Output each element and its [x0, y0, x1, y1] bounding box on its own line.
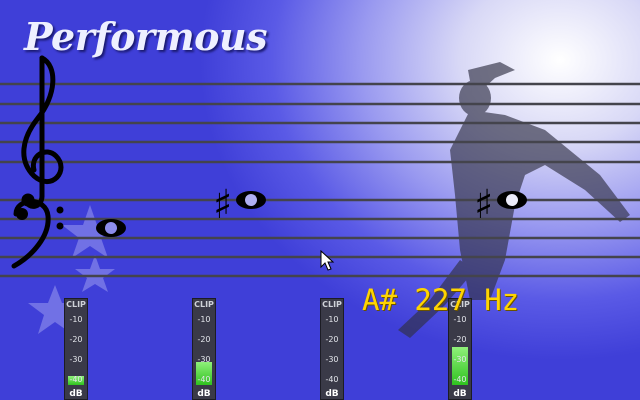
- meter-tick: -10: [325, 315, 339, 324]
- meter-tick: -10: [197, 315, 211, 324]
- clip-indicator: CLIP: [66, 300, 86, 309]
- pitch-readout: A# 227 Hz: [362, 283, 520, 317]
- meter-tick: -10: [69, 315, 83, 324]
- level-meter-2: CLIP -10 -20 -30 -40 dB: [192, 298, 216, 400]
- note-accidental: ♯: [474, 181, 493, 228]
- whole-note-icon: [96, 219, 126, 237]
- meter-tick: -40: [453, 375, 467, 384]
- whole-note-icon: [497, 191, 527, 209]
- meter-tick: -20: [197, 335, 211, 344]
- meter-tick: -20: [453, 335, 467, 344]
- mouse-pointer-icon: [320, 250, 335, 271]
- whole-note-icon: [236, 191, 266, 209]
- note-2: ♯: [474, 181, 527, 228]
- meter-tick: -40: [69, 375, 83, 384]
- meter-tick: -20: [325, 335, 339, 344]
- level-meter-3: CLIP -10 -20 -30 -40 dB: [320, 298, 344, 400]
- meter-unit-label: dB: [325, 389, 339, 399]
- meter-unit-label: dB: [453, 389, 467, 399]
- meter-unit-label: dB: [197, 389, 211, 399]
- meter-tick: -30: [69, 355, 83, 364]
- meter-tick: -30: [453, 355, 467, 364]
- meter-tick: -40: [325, 375, 339, 384]
- meter-unit-label: dB: [69, 389, 83, 399]
- clip-indicator: CLIP: [322, 300, 342, 309]
- meter-tick: -30: [197, 355, 211, 364]
- clip-indicator: CLIP: [194, 300, 214, 309]
- note-0: [96, 219, 126, 237]
- note-accidental: ♯: [213, 181, 232, 228]
- meter-tick: -30: [325, 355, 339, 364]
- level-meter-1: CLIP -10 -20 -30 -40 dB: [64, 298, 88, 400]
- note-1: ♯: [213, 181, 266, 228]
- meter-tick: -20: [69, 335, 83, 344]
- meter-tick: -40: [197, 375, 211, 384]
